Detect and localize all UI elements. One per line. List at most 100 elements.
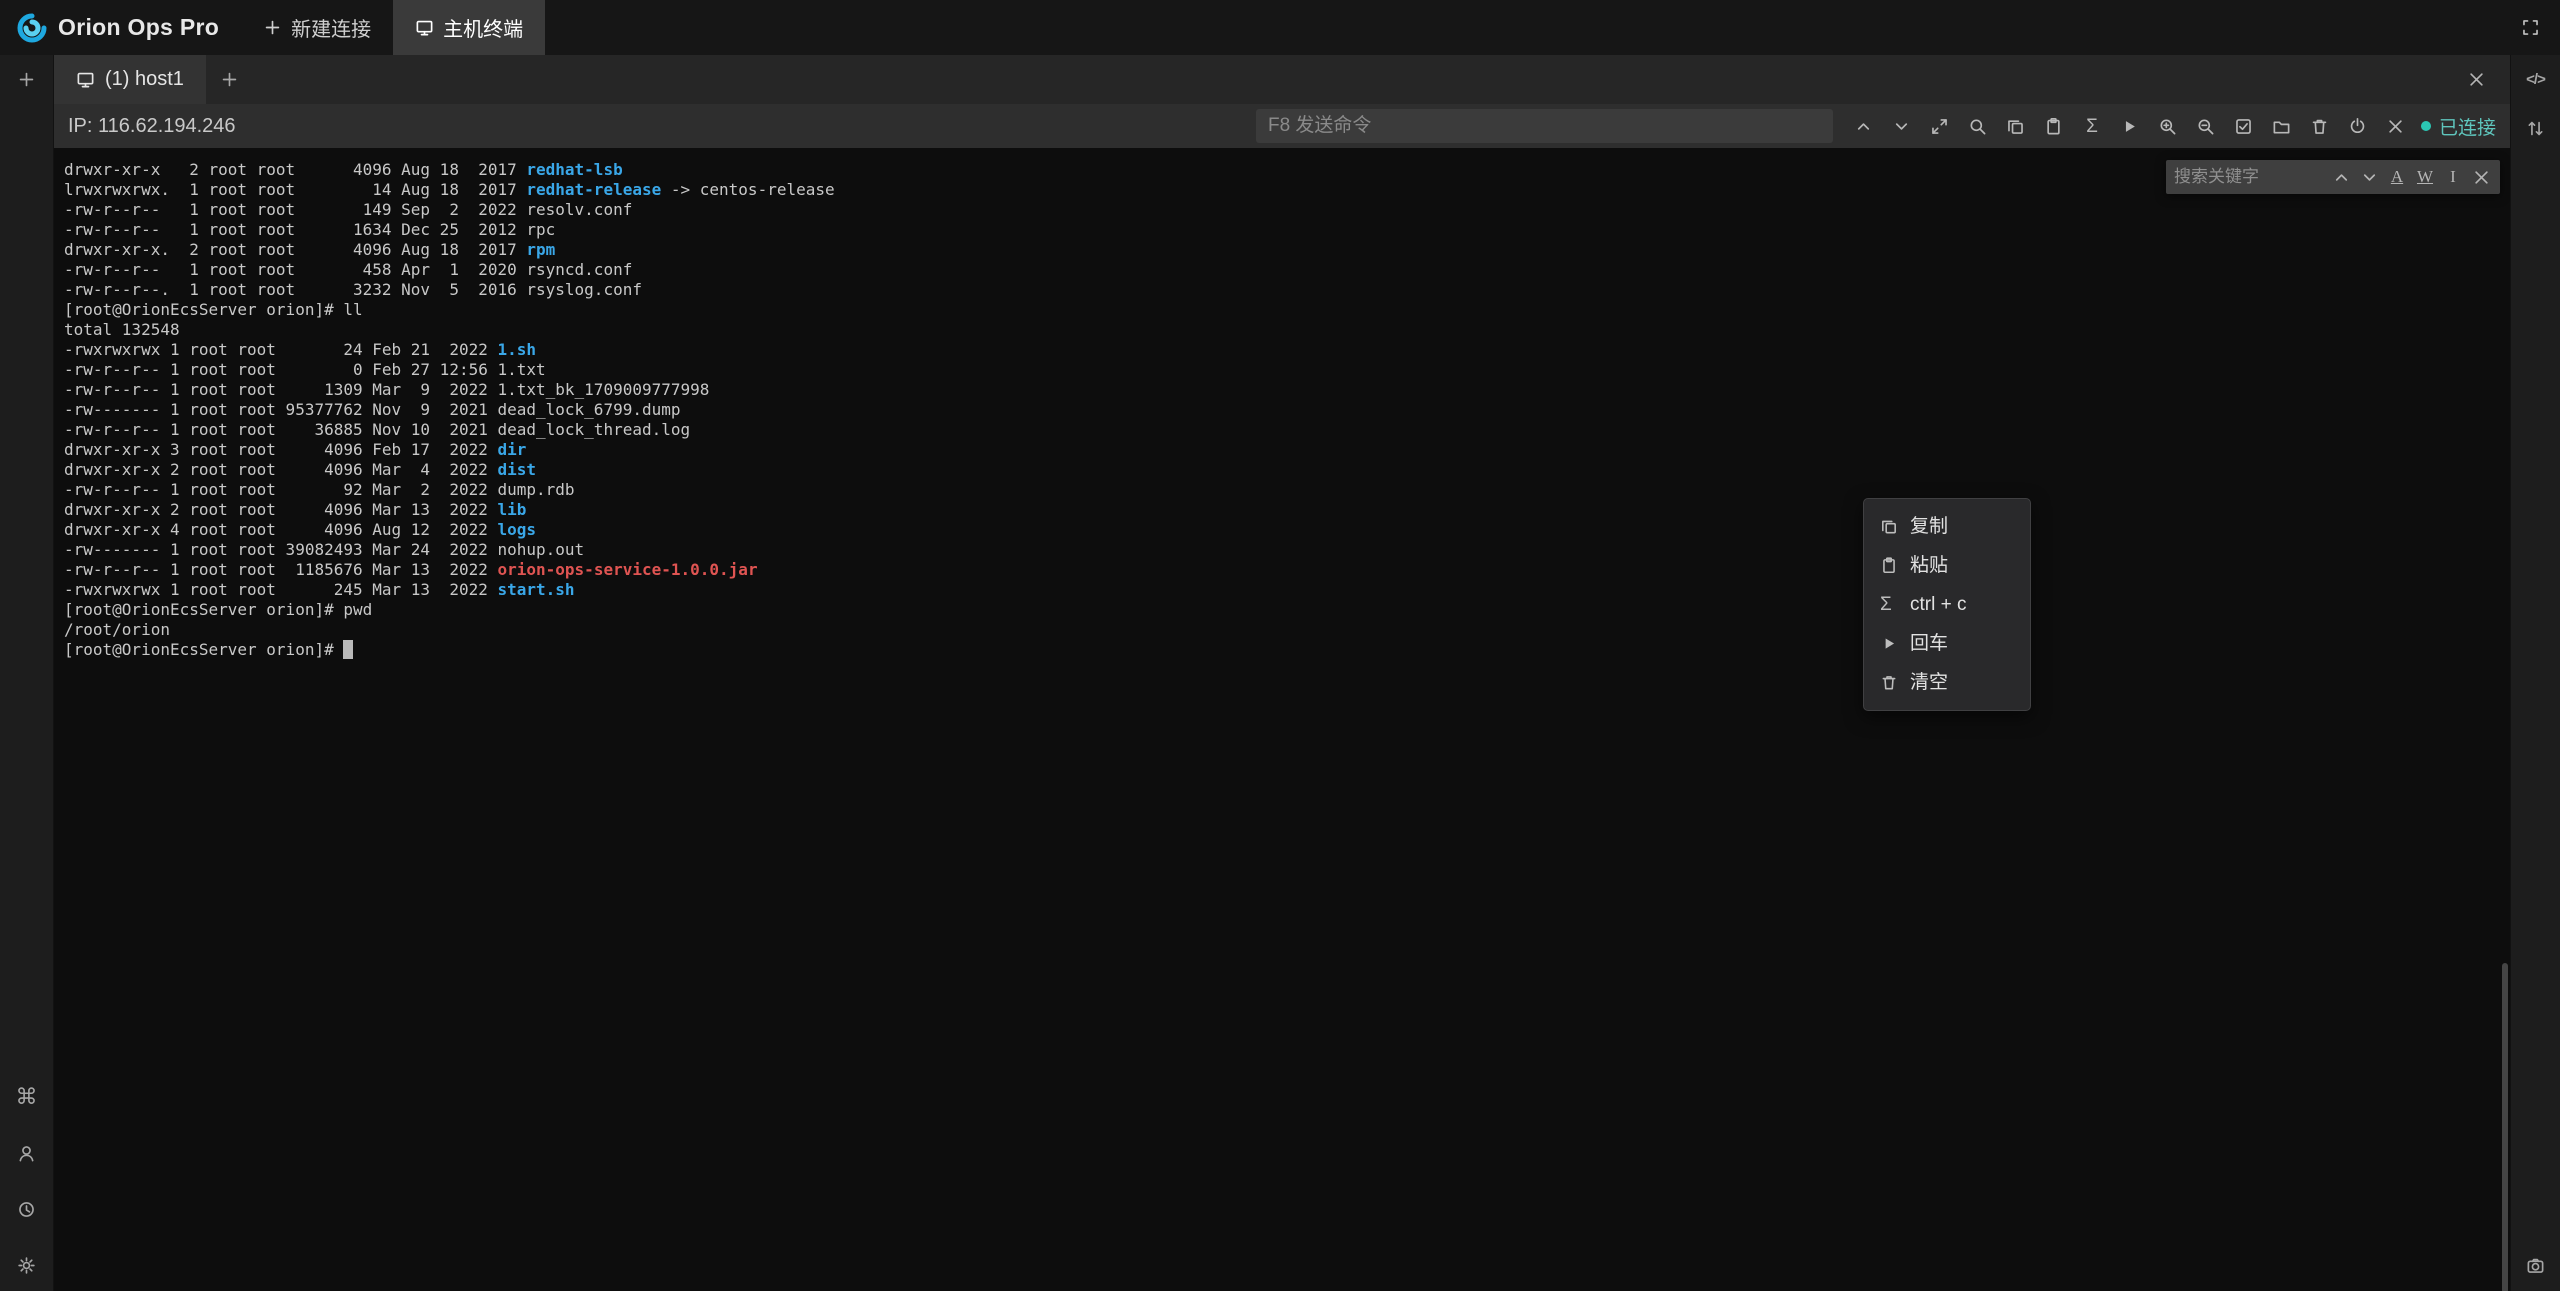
- right-sidebar: </>: [2510, 55, 2560, 1291]
- context-menu: 复制粘贴 Σctrl + c回车清空: [1863, 498, 2031, 711]
- folder-icon: [2272, 117, 2291, 136]
- terminal-line: drwxr-xr-x 2 root root 4096 Aug 18 2017 …: [64, 160, 2510, 180]
- close-icon: [2386, 117, 2405, 136]
- code-editor-button[interactable]: </>: [2511, 55, 2560, 104]
- terminal-line: -rw-r--r--. 1 root root 3232 Nov 5 2016 …: [64, 280, 2510, 300]
- settings-button[interactable]: [11, 1253, 43, 1277]
- terminal-output: drwxr-xr-x 2 root root 4096 Aug 18 2017 …: [64, 160, 2510, 660]
- sigma-icon: Σ: [2086, 117, 2098, 136]
- terminal-scrollbar[interactable]: [2502, 963, 2508, 1291]
- fullscreen-icon: [2521, 18, 2540, 37]
- user-button[interactable]: [11, 1141, 43, 1165]
- terminal-line: -rwxrwxrwx 1 root root 24 Feb 21 2022 1.…: [64, 340, 2510, 360]
- add-connection-button[interactable]: [0, 55, 53, 104]
- right-sidebar-top: </>: [2511, 55, 2560, 153]
- dashboard-button[interactable]: [11, 1197, 43, 1221]
- terminal[interactable]: drwxr-xr-x 2 root root 4096 Aug 18 2017 …: [54, 148, 2510, 1291]
- terminal-line: drwxr-xr-x 4 root root 4096 Aug 12 2022 …: [64, 520, 2510, 540]
- close-all-tabs-button[interactable]: [2467, 70, 2486, 89]
- search-button[interactable]: [1963, 111, 1993, 141]
- search-close-button[interactable]: [2470, 165, 2492, 189]
- clear-screen-button[interactable]: [2305, 111, 2335, 141]
- left-sidebar-bottom: ⌘: [0, 1085, 53, 1291]
- monitor-icon: [76, 70, 95, 89]
- terminal-line: -rw-r--r-- 1 root root 92 Mar 2 2022 dum…: [64, 480, 2510, 500]
- copy-button[interactable]: [2001, 111, 2031, 141]
- monitor-icon: [415, 18, 434, 37]
- gear-icon: [17, 1256, 36, 1275]
- context-menu-label: 粘贴: [1910, 556, 1948, 576]
- search-prev-button[interactable]: [2330, 165, 2352, 189]
- search-icon: [1968, 117, 1987, 136]
- main-area: (1) host1 IP: 116.62.194.246 Σ 已连接 drwxr…: [54, 55, 2510, 1291]
- status-label: 已连接: [2439, 113, 2496, 140]
- menu-copy[interactable]: 复制: [1864, 507, 2030, 546]
- zoom-out-button[interactable]: [2191, 111, 2221, 141]
- zoom-out-icon: [2196, 117, 2215, 136]
- plus-icon: [17, 70, 36, 89]
- close-icon: [2472, 168, 2491, 187]
- tab-bar: (1) host1: [54, 55, 2510, 104]
- terminal-tab-host1[interactable]: (1) host1: [54, 55, 206, 104]
- regex-button[interactable]: I: [2442, 165, 2464, 189]
- screenshot-button[interactable]: [2520, 1253, 2552, 1277]
- terminal-line: drwxr-xr-x 2 root root 4096 Mar 4 2022 d…: [64, 460, 2510, 480]
- terminal-header: IP: 116.62.194.246 Σ 已连接: [54, 104, 2510, 148]
- fullscreen-terminal-button[interactable]: [1925, 111, 1955, 141]
- paste-button[interactable]: [2039, 111, 2069, 141]
- terminal-line: lrwxrwxrwx. 1 root root 14 Aug 18 2017 r…: [64, 180, 2510, 200]
- menu-paste[interactable]: 粘贴: [1864, 546, 2030, 585]
- copy-icon: [2006, 117, 2025, 136]
- menu-enter[interactable]: 回车: [1864, 624, 2030, 663]
- power-icon: [2348, 117, 2367, 136]
- terminal-line: -rw-r--r-- 1 root root 458 Apr 1 2020 rs…: [64, 260, 2510, 280]
- terminal-line: /root/orion: [64, 620, 2510, 640]
- trash-icon: [1880, 673, 1898, 692]
- dashboard-icon: [17, 1200, 36, 1219]
- menu-clear[interactable]: 清空: [1864, 663, 2030, 702]
- menu-ctrl-c[interactable]: Σctrl + c: [1864, 585, 2030, 624]
- context-menu-label: 清空: [1910, 673, 1948, 693]
- play-icon: [1880, 634, 1898, 653]
- new-connection-menu[interactable]: 新建连接: [241, 0, 393, 55]
- enter-button[interactable]: [2115, 111, 2145, 141]
- new-connection-label: 新建连接: [291, 13, 371, 42]
- status-dot: [2421, 121, 2431, 131]
- close-terminal-button[interactable]: [2381, 111, 2411, 141]
- sftp-folder-button[interactable]: [2267, 111, 2297, 141]
- new-tab-button[interactable]: [206, 55, 254, 104]
- context-menu-label: ctrl + c: [1910, 595, 1966, 615]
- left-sidebar-top: [0, 55, 53, 104]
- search-panel: AWI: [2166, 160, 2500, 194]
- logo-icon: [16, 12, 48, 44]
- disconnect-button[interactable]: [2343, 111, 2373, 141]
- whole-word-button[interactable]: W: [2414, 165, 2436, 189]
- sort-button[interactable]: [2511, 104, 2560, 153]
- interrupt-button[interactable]: Σ: [2077, 111, 2107, 141]
- checkbox-button[interactable]: [2229, 111, 2259, 141]
- search-next-button[interactable]: [2358, 165, 2380, 189]
- camera-icon: [2526, 1256, 2545, 1275]
- swap-icon: [2526, 119, 2545, 138]
- terminal-line: -rw-r--r-- 1 root root 0 Feb 27 12:56 1.…: [64, 360, 2510, 380]
- terminal-line: drwxr-xr-x 2 root root 4096 Mar 13 2022 …: [64, 500, 2510, 520]
- host-terminal-menu[interactable]: 主机终端: [393, 0, 545, 55]
- match-case-button[interactable]: A: [2386, 165, 2408, 189]
- command-icon: ⌘: [16, 1086, 38, 1108]
- search-input[interactable]: [2174, 167, 2324, 187]
- host-terminal-label: 主机终端: [443, 13, 523, 42]
- app-fullscreen-button[interactable]: [2521, 18, 2540, 37]
- top-navbar: Orion Ops Pro 新建连接 主机终端: [0, 0, 2560, 55]
- context-menu-label: 复制: [1910, 517, 1948, 537]
- commands-button[interactable]: ⌘: [11, 1085, 43, 1109]
- scroll-top-button[interactable]: [1849, 111, 1879, 141]
- command-input[interactable]: [1256, 109, 1833, 143]
- zoom-in-button[interactable]: [2153, 111, 2183, 141]
- terminal-line: drwxr-xr-x. 2 root root 4096 Aug 18 2017…: [64, 240, 2510, 260]
- close-icon: [2467, 70, 2486, 89]
- terminal-line: -rw------- 1 root root 39082493 Mar 24 2…: [64, 540, 2510, 560]
- scroll-bottom-button[interactable]: [1887, 111, 1917, 141]
- plus-icon: [220, 70, 239, 89]
- chevron-up-icon: [2332, 168, 2351, 187]
- chevron-down-icon: [2360, 168, 2379, 187]
